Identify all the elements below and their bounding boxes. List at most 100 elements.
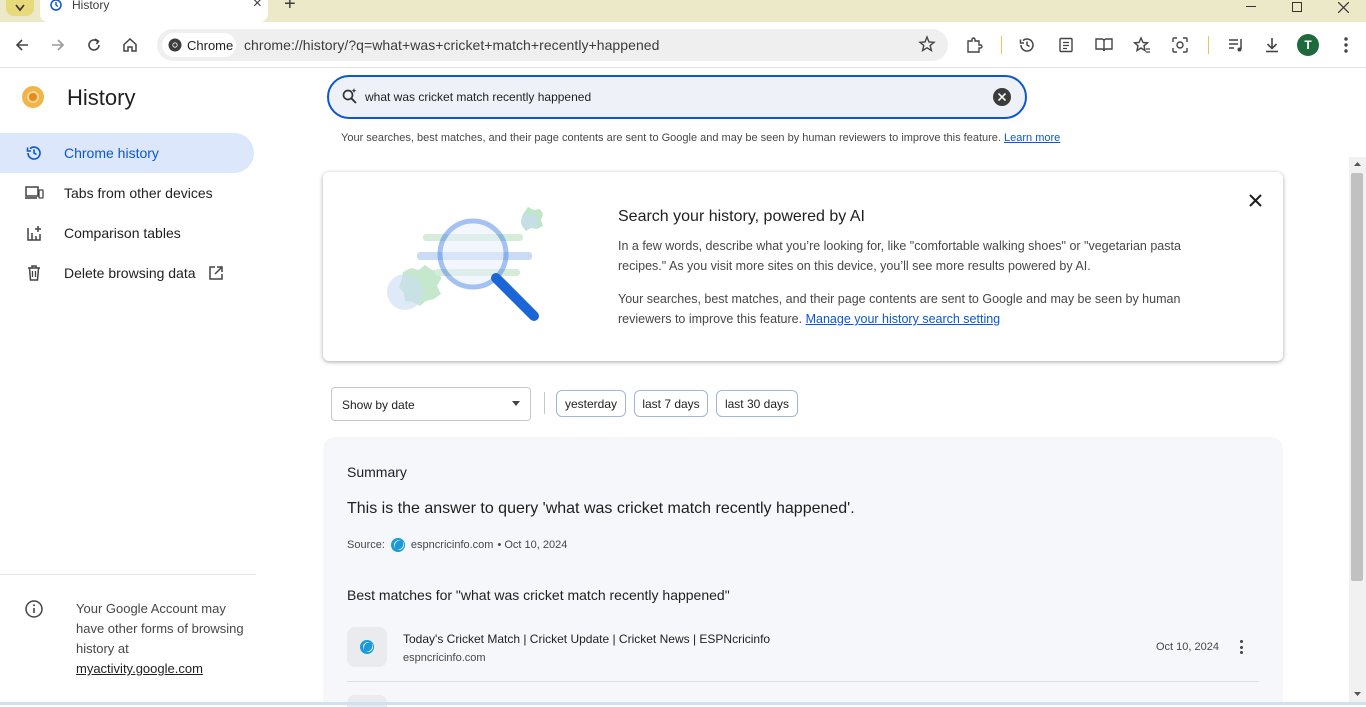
account-history-note: Your Google Account may have other forms… (76, 599, 246, 679)
summary-answer: This is the answer to query 'what was cr… (347, 500, 855, 517)
page-title: History (67, 85, 136, 110)
result-date: Oct 10, 2024 (1156, 641, 1219, 653)
url-text[interactable]: chrome://history/?q=what+was+cricket+mat… (244, 37, 659, 53)
best-matches-heading: Best matches for "what was cricket match… (347, 587, 730, 603)
extensions-button[interactable] (962, 33, 986, 57)
filter-chip-last-7-days[interactable]: last 7 days (634, 390, 708, 417)
address-bar[interactable]: Chrome chrome://history/?q=what+was+cric… (157, 29, 948, 61)
bookmarks-button[interactable] (1130, 33, 1154, 57)
group-by-select[interactable]: Show by date (331, 387, 531, 421)
site-chip-label: Chrome (187, 37, 234, 53)
scroll-down-arrow-icon[interactable] (1349, 687, 1366, 701)
comparison-table-icon (24, 223, 44, 243)
toolbar-divider (1001, 36, 1002, 54)
minimize-button[interactable] (1228, 0, 1274, 14)
reload-button[interactable] (82, 33, 106, 57)
more-vertical-icon (1344, 37, 1348, 53)
learn-more-link[interactable]: Learn more (1004, 132, 1060, 144)
chrome-icon (168, 38, 182, 52)
document-list-icon (1059, 37, 1073, 53)
download-icon (1266, 38, 1278, 53)
book-open-icon (1095, 38, 1113, 52)
puzzle-icon (967, 37, 983, 53)
reload-icon (88, 38, 100, 51)
sidebar-item-label: Comparison tables (64, 225, 181, 241)
tab-title: History (72, 0, 110, 12)
select-value: Show by date (342, 398, 415, 412)
search-input[interactable]: what was cricket match recently happened (365, 90, 591, 104)
page-scrollbar[interactable] (1349, 157, 1366, 705)
account-history-text: Your Google Account may have other forms… (76, 601, 244, 656)
search-disclaimer: Your searches, best matches, and their p… (341, 132, 1060, 144)
toolbar-divider (1208, 36, 1209, 54)
star-list-icon (1133, 36, 1150, 53)
site-info-chip[interactable]: Chrome (162, 33, 236, 57)
downloads-button[interactable] (1260, 33, 1284, 57)
close-tab-icon[interactable]: × (253, 0, 262, 12)
lens-button[interactable] (1168, 33, 1192, 57)
info-icon (25, 600, 43, 618)
tab-search-button[interactable] (6, 0, 34, 16)
result-title[interactable]: Today's Cricket Match | Cricket Update |… (403, 632, 770, 646)
filter-chip-last-30-days[interactable]: last 30 days (716, 390, 798, 417)
manage-setting-link[interactable]: Manage your history search setting (806, 312, 1001, 326)
row-divider (347, 681, 1259, 682)
more-actions-icon[interactable] (1233, 638, 1249, 656)
back-button[interactable] (10, 33, 34, 57)
maximize-button[interactable] (1274, 0, 1320, 14)
profile-avatar[interactable]: T (1297, 34, 1319, 56)
sidebar-item-chrome-history[interactable]: Chrome history (0, 133, 254, 173)
summary-heading: Summary (347, 464, 407, 480)
sidebar-item-label: Tabs from other devices (64, 185, 213, 201)
forward-button[interactable] (46, 33, 70, 57)
result-favicon (347, 695, 387, 707)
close-icon (1248, 193, 1262, 207)
sidebar-divider (0, 574, 256, 575)
promo-description: In a few words, describe what you’re loo… (618, 239, 1181, 273)
arrow-right-icon (52, 39, 65, 51)
source-domain[interactable]: espncricinfo.com (411, 539, 494, 551)
ai-search-icon (342, 88, 357, 104)
menu-button[interactable] (1334, 33, 1358, 57)
chevron-down-icon (15, 4, 25, 12)
history-icon (48, 0, 64, 13)
bookmark-star-icon[interactable] (918, 35, 936, 58)
history-search-box[interactable]: what was cricket match recently happened (327, 75, 1027, 119)
devices-icon (24, 183, 44, 203)
dismiss-promo-button[interactable] (1245, 190, 1265, 210)
promo-title: Search your history, powered by AI (618, 208, 865, 225)
media-controls-button[interactable] (1224, 33, 1248, 57)
scrollbar-thumb[interactable] (1351, 173, 1363, 581)
ai-history-promo-card: Search your history, powered by AI In a … (323, 172, 1283, 361)
lens-icon (1172, 37, 1188, 53)
dropdown-caret-icon (512, 401, 520, 406)
disclaimer-text: Your searches, best matches, and their p… (341, 132, 1001, 144)
maximize-icon (1292, 2, 1302, 12)
close-window-button[interactable] (1320, 0, 1366, 14)
new-tab-button[interactable]: + (284, 0, 296, 14)
sidebar-item-delete-browsing-data[interactable]: Delete browsing data (0, 253, 254, 293)
magnifier-illustration (387, 207, 543, 321)
filter-divider (544, 392, 545, 414)
list-item[interactable]: Today's Cricket Match | Cricket Update |… (347, 624, 1259, 674)
source-date: • Oct 10, 2024 (497, 539, 568, 551)
myactivity-link[interactable]: myactivity.google.com (76, 661, 203, 676)
tab-strip: History × + (0, 0, 1366, 22)
espncricinfo-favicon-icon (360, 640, 374, 654)
summary-source: Source: espncricinfo.com • Oct 10, 2024 (347, 538, 567, 552)
summary-card: Summary This is the answer to query 'wha… (323, 437, 1283, 707)
reading-mode-button[interactable] (1092, 33, 1116, 57)
history-button[interactable] (1015, 33, 1039, 57)
sidebar-item-comparison-tables[interactable]: Comparison tables (0, 213, 254, 253)
browser-toolbar: Chrome chrome://history/?q=what+was+cric… (0, 22, 1366, 68)
filter-chip-yesterday[interactable]: yesterday (556, 390, 626, 417)
scroll-up-arrow-icon[interactable] (1349, 157, 1366, 171)
reading-list-button[interactable] (1054, 33, 1078, 57)
home-button[interactable] (118, 33, 142, 57)
history-icon (1019, 38, 1034, 52)
sidebar-item-tabs-other-devices[interactable]: Tabs from other devices (0, 173, 254, 213)
tab-history[interactable]: History × (40, 0, 268, 22)
minimize-icon (1246, 6, 1256, 7)
espncricinfo-favicon-icon (390, 538, 405, 552)
clear-search-button[interactable] (993, 88, 1011, 106)
